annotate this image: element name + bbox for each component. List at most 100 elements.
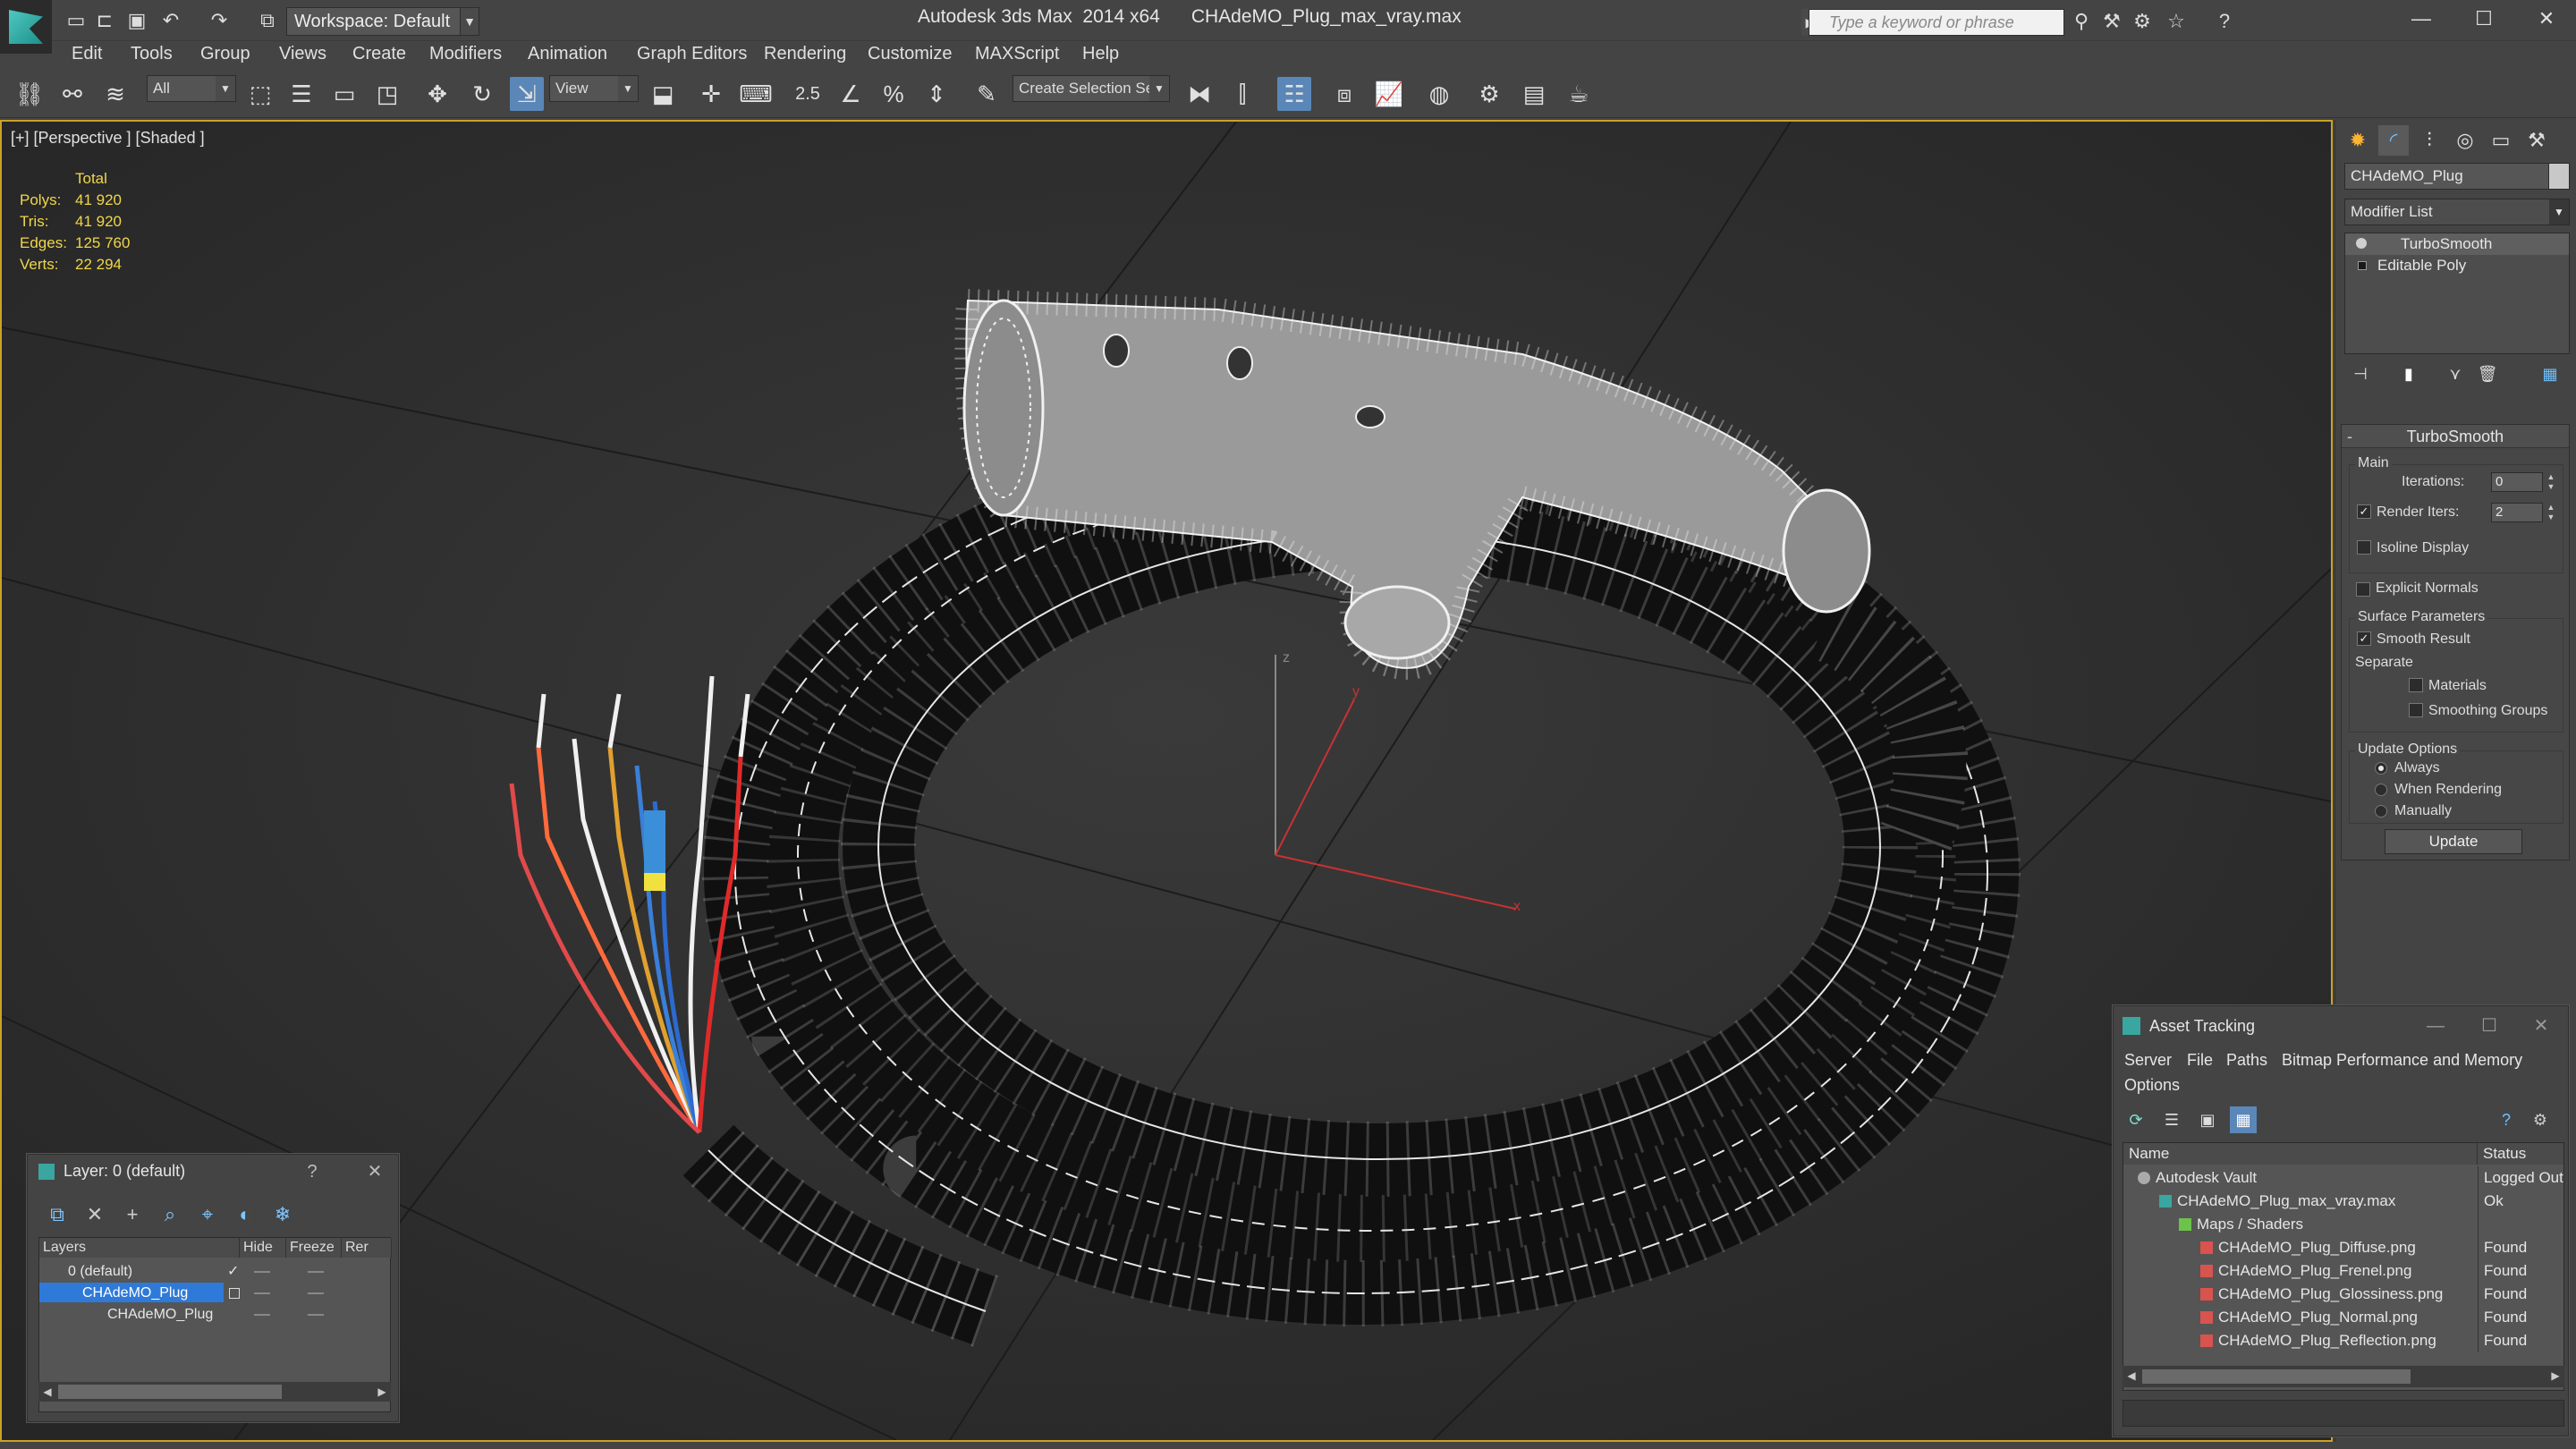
menu-maxscript[interactable]: MAXScript — [975, 44, 1059, 64]
list-view-icon[interactable]: ☰ — [2158, 1106, 2185, 1133]
undo-icon[interactable]: ↶ — [159, 9, 182, 32]
asset-row[interactable]: CHAdeMO_Plug_Frenel.png Found — [2123, 1259, 2563, 1283]
delete-layer-icon[interactable]: ✕ — [81, 1201, 108, 1228]
stack-item-turbosmooth[interactable]: TurboSmooth — [2345, 233, 2569, 255]
minimize-button[interactable]: — — [2390, 0, 2453, 39]
asset-row[interactable]: CHAdeMO_Plug_Diffuse.png Found — [2123, 1236, 2563, 1259]
menu-create[interactable]: Create — [352, 44, 406, 64]
help-icon[interactable]: ? — [2211, 8, 2238, 35]
scene-explorer-icon[interactable]: ⧈ — [1327, 77, 1361, 111]
menu-animation[interactable]: Animation — [528, 44, 607, 64]
search-input[interactable]: Type a keyword or phrase — [1809, 9, 2064, 36]
layer-row[interactable]: 0 (default) ✓ — [39, 1261, 390, 1283]
menu-paths[interactable]: Paths — [2226, 1051, 2267, 1070]
spinner-snap-icon[interactable]: ⇕ — [919, 77, 953, 111]
workspace-dropdown[interactable]: Workspace: Default — [286, 7, 479, 36]
hide-toggle[interactable] — [254, 1271, 270, 1273]
lightbulb-icon[interactable] — [2356, 238, 2367, 249]
named-selection-dropdown[interactable]: Create Selection Se ▼ — [1013, 75, 1170, 102]
modify-tab-icon[interactable]: ◜ — [2378, 125, 2409, 156]
scrollbar-thumb[interactable] — [58, 1385, 282, 1399]
viewport-label[interactable]: [+] [Perspective ] [Shaded ] — [11, 129, 205, 148]
align-icon[interactable]: ⫿ — [1225, 77, 1259, 111]
minimize-button[interactable]: — — [2409, 1010, 2462, 1042]
move-icon[interactable]: ✥ — [420, 77, 454, 111]
select-object-icon[interactable]: ⬚ — [243, 77, 277, 111]
mirror-icon[interactable]: ⧓ — [1182, 77, 1216, 111]
close-button[interactable]: ✕ — [2515, 0, 2576, 39]
unlink-icon[interactable]: ⚯ — [55, 77, 89, 111]
manually-radio[interactable] — [2375, 805, 2387, 818]
hide-all-icon[interactable]: ◐ — [232, 1201, 258, 1228]
rendered-frame-window-icon[interactable]: ▤ — [1517, 77, 1551, 111]
link-icon[interactable]: ⛓ — [13, 77, 47, 111]
select-manipulate-icon[interactable]: ✛ — [694, 77, 728, 111]
layer-row[interactable]: CHAdeMO_Plug — [39, 1283, 390, 1304]
menu-views[interactable]: Views — [279, 44, 326, 64]
asset-row[interactable]: CHAdeMO_Plug_max_vray.max Ok — [2123, 1190, 2563, 1213]
curve-editor-icon[interactable]: 📈 — [1372, 77, 1406, 111]
column-header[interactable]: Hide — [240, 1238, 286, 1258]
horizontal-scrollbar[interactable]: ◀ ▶ — [38, 1382, 391, 1402]
menu-rendering[interactable]: Rendering — [764, 44, 846, 64]
asset-row[interactable]: CHAdeMO_Plug_Normal.png Found — [2123, 1306, 2563, 1329]
scale-icon[interactable]: ⇲ — [510, 77, 544, 111]
asset-row[interactable]: CHAdeMO_Plug_Reflection.png Found — [2123, 1329, 2563, 1352]
configure-sets-icon[interactable]: ▦ — [2538, 361, 2563, 386]
rotate-icon[interactable]: ↻ — [465, 77, 499, 111]
table-view-icon[interactable]: ▦ — [2230, 1106, 2257, 1133]
horizontal-scrollbar[interactable]: ◀ ▶ — [2123, 1366, 2564, 1387]
menu-help[interactable]: Help — [1082, 44, 1119, 64]
always-radio[interactable] — [2375, 762, 2387, 775]
keyboard-shortcut-icon[interactable]: ⌨ — [739, 77, 773, 111]
add-to-layer-icon[interactable]: + — [119, 1201, 146, 1228]
column-header-name[interactable]: Name — [2123, 1143, 2478, 1165]
scroll-right-icon[interactable]: ▶ — [373, 1382, 391, 1402]
rectangle-selection-icon[interactable]: ▭ — [327, 77, 361, 111]
layer-name[interactable]: CHAdeMO_Plug — [39, 1283, 224, 1302]
active-layer-check[interactable] — [229, 1288, 240, 1299]
smoothing-groups-checkbox[interactable] — [2409, 703, 2423, 717]
scroll-left-icon[interactable]: ◀ — [2123, 1366, 2140, 1385]
edit-named-selection-icon[interactable]: ✎ — [970, 77, 1004, 111]
project-folder-icon[interactable]: ⧉ — [256, 9, 279, 32]
smooth-result-checkbox[interactable]: ✓ — [2357, 631, 2371, 646]
highlight-layer-icon[interactable]: ⌖ — [194, 1201, 221, 1228]
layer-name[interactable]: 0 (default) — [64, 1261, 136, 1281]
menu-bitmap-performance[interactable]: Bitmap Performance and Memory — [2282, 1051, 2522, 1070]
render-iters-checkbox[interactable]: ✓ — [2357, 504, 2371, 519]
layer-explorer-icon[interactable]: ☷ — [1277, 77, 1311, 111]
when-rendering-radio[interactable] — [2375, 784, 2387, 796]
column-header[interactable]: Freeze — [286, 1238, 342, 1258]
utilities-tab-icon[interactable]: ⚒ — [2521, 125, 2552, 156]
select-in-layer-icon[interactable]: ⌕ — [157, 1201, 183, 1228]
render-production-icon[interactable]: ☕ — [1562, 77, 1596, 111]
select-by-name-icon[interactable]: ☰ — [284, 77, 318, 111]
menu-group[interactable]: Group — [200, 44, 250, 64]
spinner-arrows-icon[interactable]: ▲ ▼ — [2545, 472, 2557, 492]
maximize-button[interactable]: ☐ — [2462, 1010, 2516, 1042]
subscription-icon[interactable]: ⚒ — [2098, 8, 2125, 35]
display-tab-icon[interactable]: ▭ — [2486, 125, 2516, 156]
angle-snap-icon[interactable]: ∠ — [834, 77, 868, 111]
scroll-right-icon[interactable]: ▶ — [2546, 1366, 2564, 1385]
show-end-result-icon[interactable]: ▮ — [2396, 361, 2421, 386]
chevron-down-icon[interactable]: ▼ — [460, 7, 479, 36]
menu-tools[interactable]: Tools — [131, 44, 173, 64]
scrollbar-thumb[interactable] — [2142, 1369, 2411, 1384]
menu-customize[interactable]: Customize — [868, 44, 952, 64]
create-tab-icon[interactable]: ✹ — [2343, 125, 2373, 156]
close-button[interactable]: ✕ — [359, 1158, 391, 1185]
app-menu-button[interactable] — [0, 0, 52, 54]
spinner-arrows-icon[interactable]: ▲ ▼ — [2545, 503, 2557, 522]
asset-path-field[interactable] — [2123, 1400, 2564, 1427]
column-header-status[interactable]: Status — [2478, 1143, 2563, 1165]
menu-graph-editors[interactable]: Graph Editors — [637, 44, 747, 64]
help-icon[interactable]: ? — [2493, 1106, 2520, 1133]
bind-space-warp-icon[interactable]: ≋ — [98, 77, 132, 111]
isoline-display-checkbox[interactable] — [2357, 540, 2371, 555]
communication-icon[interactable]: ⚙ — [2129, 8, 2156, 35]
new-file-icon[interactable]: ▭ — [64, 9, 88, 32]
menu-options[interactable]: Options — [2124, 1076, 2180, 1095]
menu-file[interactable]: File — [2187, 1051, 2213, 1070]
